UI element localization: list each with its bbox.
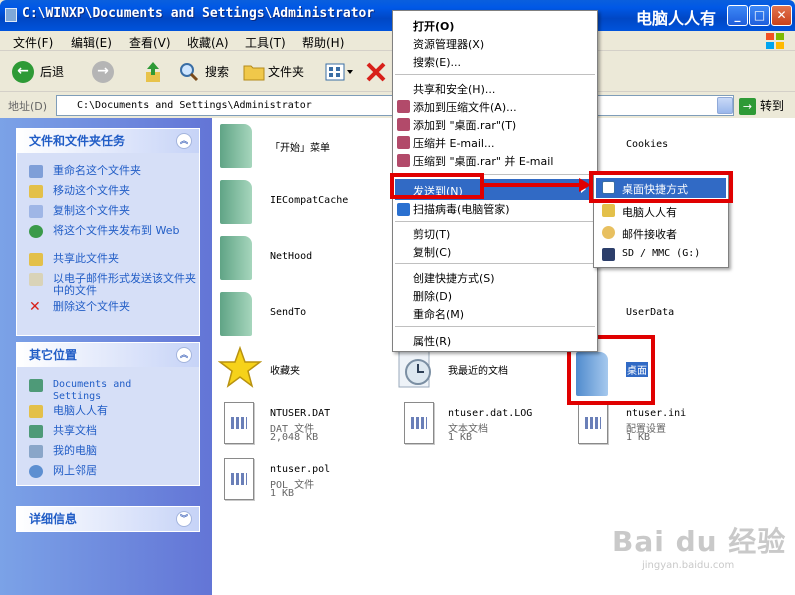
details-title: 详细信息 [29,512,78,526]
back-arrow-icon[interactable]: ← [12,61,34,83]
sendto-user-docs[interactable]: 电脑人人有 [622,204,677,220]
move-icon [29,185,43,198]
folder-icon [29,379,43,392]
menu-search[interactable]: 搜索(E)... [413,54,461,70]
search-button[interactable]: 搜索 [205,60,229,84]
menu-copy[interactable]: 复制(C) [413,244,451,260]
collapse-chevron-icon[interactable]: ︽ [176,347,192,363]
address-label: 地址(D) [8,100,48,113]
other-places-title: 其它位置 [29,348,78,362]
go-button[interactable]: → 转到 [739,97,784,115]
menu-separator [395,263,595,264]
menu-compress-email[interactable]: 压缩并 E-mail... [413,135,494,151]
winrar-icon [397,154,410,167]
menu-properties[interactable]: 属性(R) [413,333,451,349]
annotation-box-sendto [390,173,484,199]
menu-favorites[interactable]: 收藏(A) [187,34,229,51]
go-arrow-icon: → [739,98,756,115]
folder-icon [220,236,252,280]
back-button[interactable]: 后退 [40,60,64,84]
menu-edit[interactable]: 编辑(E) [71,34,112,51]
folder-icon [220,124,252,168]
folder-icon [220,292,252,336]
star-icon [218,346,262,388]
menu-open[interactable]: 打开(O) [413,18,454,34]
window-title: C:\WINXP\Documents and Settings\Administ… [22,6,375,21]
folders-icon[interactable] [243,63,265,81]
other-places-header[interactable]: 其它位置 ︽ [17,343,199,367]
computer-icon [29,445,43,458]
folder-icon [602,204,615,217]
forward-arrow-icon[interactable]: → [92,61,114,83]
mail-recipient-icon [602,226,615,239]
network-icon [29,465,43,478]
winrar-icon [397,100,410,113]
explorer-window: C:\WINXP\Documents and Settings\Administ… [0,0,795,595]
folders-button[interactable]: 文件夹 [268,60,304,84]
menu-explorer[interactable]: 资源管理器(X) [413,36,484,52]
menu-file[interactable]: 文件(F) [13,34,53,51]
antivirus-icon [397,203,410,216]
menu-tools[interactable]: 工具(T) [245,34,286,51]
sendto-mail[interactable]: 邮件接收者 [622,226,677,242]
collapse-chevron-icon[interactable]: ︽ [176,133,192,149]
email-icon [29,273,43,286]
menu-sharing[interactable]: 共享和安全(H)... [413,81,495,97]
menu-separator [395,221,595,222]
up-folder-icon[interactable] [143,60,163,84]
menu-cut[interactable]: 剪切(T) [413,226,450,242]
file-tasks-panel: 文件和文件夹任务 ︽ 重命名这个文件夹 移动这个文件夹 复制这个文件夹 将这个文件… [16,128,200,336]
globe-icon [29,225,43,238]
task-pane: 文件和文件夹任务 ︽ 重命名这个文件夹 移动这个文件夹 复制这个文件夹 将这个文件… [0,118,212,595]
baidu-watermark: Bai du 经验 [612,525,787,558]
menu-separator [395,74,595,75]
file-tasks-header[interactable]: 文件和文件夹任务 ︽ [17,129,199,153]
sendto-sdcard[interactable]: SD / MMC (G:) [622,248,700,259]
text-file-icon [404,402,434,444]
minimize-button[interactable]: _ [727,5,748,26]
delete-icon[interactable] [365,61,387,83]
menu-compress-rar-email[interactable]: 压缩到 "桌面.rar" 并 E-mail [413,153,553,169]
maximize-button[interactable]: □ [749,5,770,26]
folder-icon [220,180,252,224]
brand-text: 电脑人人有 [636,9,717,28]
folder-icon [5,8,17,22]
menu-separator [395,326,595,327]
details-panel: 详细信息 ︾ [16,506,200,532]
menu-create-shortcut[interactable]: 创建快捷方式(S) [413,270,495,286]
menu-view[interactable]: 查看(V) [129,34,171,51]
expand-chevron-icon[interactable]: ︾ [176,511,192,527]
delete-x-icon: ✕ [29,299,41,315]
address-dropdown-icon[interactable] [717,97,733,114]
clock-icon [398,350,431,388]
details-header[interactable]: 详细信息 ︾ [17,507,199,531]
dat-file-icon [224,402,254,444]
menu-add-archive[interactable]: 添加到压缩文件(A)... [413,99,517,115]
rename-icon [29,165,43,178]
annotation-arrow [483,183,583,187]
menu-delete[interactable]: 删除(D) [413,288,452,304]
winrar-icon [397,118,410,131]
file-tasks-title: 文件和文件夹任务 [29,134,126,148]
winrar-icon [397,136,410,149]
search-icon[interactable] [179,62,199,82]
ini-file-icon [578,402,608,444]
copy-icon [29,205,43,218]
menu-help[interactable]: 帮助(H) [302,34,344,51]
go-label: 转到 [760,99,785,113]
baidu-watermark-url: jingyan.baidu.com [642,560,735,571]
menu-scan-virus[interactable]: 扫描病毒(电脑管家) [413,201,510,217]
pol-file-icon [224,458,254,500]
sd-card-icon [602,248,615,261]
menu-add-rar[interactable]: 添加到 "桌面.rar"(T) [413,117,516,133]
shared-folder-icon [29,425,43,438]
other-places-panel: 其它位置 ︽ Documents and Settings 电脑人人有 共享文档 … [16,342,200,486]
windows-logo-icon [766,33,784,49]
menu-rename[interactable]: 重命名(M) [413,306,464,322]
views-icon[interactable] [325,63,353,81]
user-folder-icon [29,405,43,418]
annotation-box-desktop-shortcut [589,171,733,203]
share-icon [29,253,43,266]
close-button[interactable]: ✕ [771,5,792,26]
